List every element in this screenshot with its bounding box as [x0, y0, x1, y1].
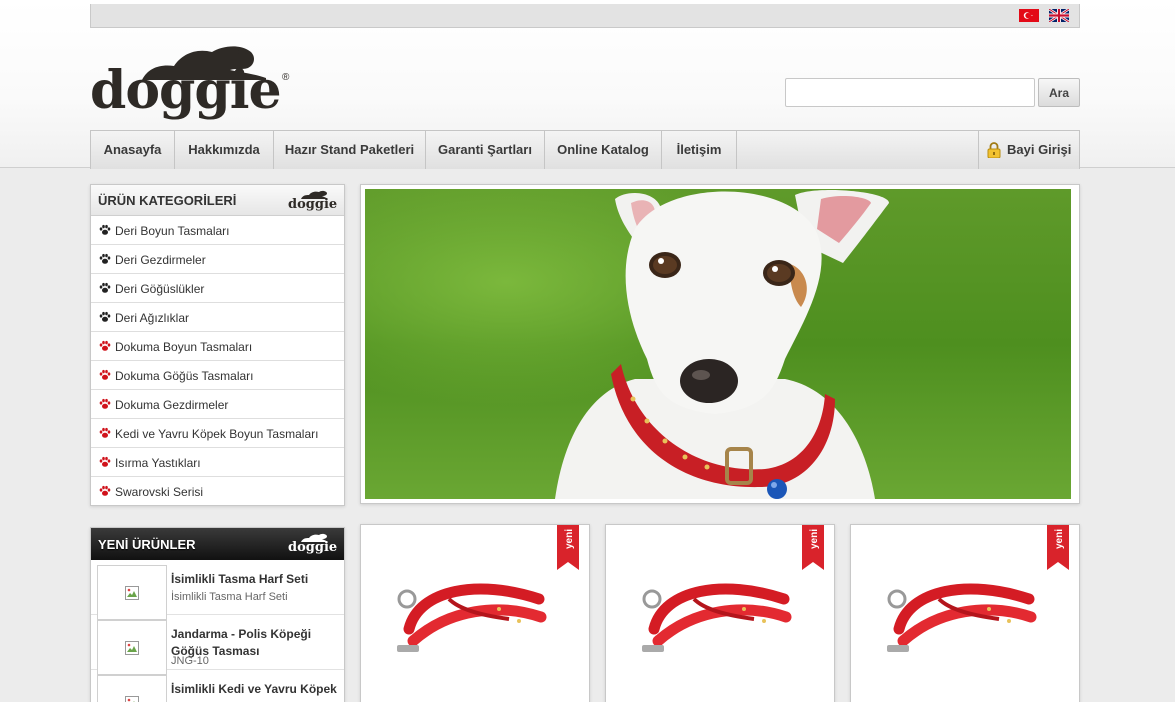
category-item[interactable]: Swarovski Serisi	[91, 477, 344, 506]
new-product-code: İsimlikli Tasma Harf Seti	[171, 591, 288, 603]
nav-item-stand-packages[interactable]: Hazır Stand Paketleri	[274, 131, 426, 169]
paw-icon	[99, 253, 111, 264]
paw-icon	[99, 224, 111, 235]
registered-mark: ®	[282, 72, 290, 83]
new-product-item[interactable]: İsimlikli Kedi ve Yavru Köpek	[91, 670, 344, 702]
category-label: Kedi ve Yavru Köpek Boyun Tasmaları	[115, 427, 319, 441]
category-label: Swarovski Serisi	[115, 485, 204, 499]
nav-item-about[interactable]: Hakkımızda	[175, 131, 274, 169]
category-item[interactable]: Dokuma Göğüs Tasmaları	[91, 361, 344, 390]
paw-icon	[99, 398, 111, 409]
nav-item-warranty[interactable]: Garanti Şartları	[426, 131, 545, 169]
paw-icon	[99, 456, 111, 467]
uk-flag-icon[interactable]	[1049, 9, 1069, 22]
new-ribbon-label: yeni	[1054, 529, 1065, 550]
category-label: Isırma Yastıkları	[115, 456, 201, 470]
broken-image-icon	[125, 586, 139, 600]
product-thumbnail[interactable]	[97, 675, 167, 702]
categories-title: ÜRÜN KATEGORİLERİ	[98, 193, 237, 208]
new-product-code: JNG-10	[171, 655, 209, 667]
product-thumbnail[interactable]	[97, 620, 167, 675]
category-item[interactable]: Isırma Yastıkları	[91, 448, 344, 477]
main-navigation: Anasayfa Hakkımızda Hazır Stand Paketler…	[90, 130, 1080, 169]
category-item[interactable]: Deri Gezdirmeler	[91, 245, 344, 274]
broken-image-icon	[125, 641, 139, 655]
new-product-name[interactable]: İsimlikli Kedi ve Yavru Köpek	[171, 681, 341, 698]
product-card[interactable]: yeni	[360, 524, 590, 702]
new-product-item[interactable]: İsimlikli Tasma Harf Seti İsimlikli Tasm…	[91, 560, 344, 620]
category-item[interactable]: Kedi ve Yavru Köpek Boyun Tasmaları	[91, 419, 344, 448]
category-label: Deri Boyun Tasmaları	[115, 224, 230, 238]
product-card[interactable]: yeni	[605, 524, 835, 702]
nav-item-catalog[interactable]: Online Katalog	[545, 131, 662, 169]
paw-icon	[99, 369, 111, 380]
lock-icon	[987, 142, 1001, 158]
category-item[interactable]: Deri Göğüslükler	[91, 274, 344, 303]
search-button[interactable]: Ara	[1038, 78, 1080, 107]
category-item[interactable]: Dokuma Boyun Tasmaları	[91, 332, 344, 361]
new-product-item[interactable]: Jandarma - Polis Köpeği Göğüs Tasması JN…	[91, 615, 344, 675]
turkey-flag-icon[interactable]	[1019, 9, 1039, 22]
new-product-name[interactable]: İsimlikli Tasma Harf Seti	[171, 571, 341, 588]
category-label: Dokuma Boyun Tasmaları	[115, 340, 253, 354]
category-label: Deri Ağızlıklar	[115, 311, 190, 325]
paw-icon	[99, 427, 111, 438]
top-bar	[90, 4, 1080, 28]
new-products-header: YENİ ÜRÜNLER doggie	[91, 528, 344, 560]
product-categories-panel: ÜRÜN KATEGORİLERİ doggie Deri Boyun Tasm…	[90, 184, 345, 506]
mini-brand-logo: doggie	[288, 533, 338, 555]
category-list: Deri Boyun Tasmaları Deri Gezdirmeler De…	[91, 216, 344, 506]
category-item[interactable]: Deri Boyun Tasmaları	[91, 216, 344, 245]
brand-logo[interactable]: doggie ®	[90, 42, 300, 124]
dealer-login-label: Bayi Girişi	[1007, 142, 1072, 157]
dealer-login-button[interactable]: Bayi Girişi	[978, 131, 1080, 169]
broken-image-icon	[125, 696, 139, 702]
red-leash-image	[887, 583, 1037, 652]
paw-icon	[99, 340, 111, 351]
new-ribbon-label: yeni	[564, 529, 575, 550]
category-label: Deri Göğüslükler	[115, 282, 205, 296]
paw-icon	[99, 311, 111, 322]
paw-icon	[99, 485, 111, 496]
product-card[interactable]: yeni	[850, 524, 1080, 702]
nav-item-home[interactable]: Anasayfa	[91, 131, 175, 169]
mini-logo-text: doggie	[288, 197, 338, 212]
nav-item-contact[interactable]: İletişim	[662, 131, 737, 169]
hero-dog-image	[365, 189, 1071, 499]
categories-header: ÜRÜN KATEGORİLERİ doggie	[91, 185, 344, 216]
paw-icon	[99, 282, 111, 293]
search-input[interactable]	[785, 78, 1035, 107]
category-label: Dokuma Göğüs Tasmaları	[115, 369, 254, 383]
logo-text: doggie	[90, 60, 282, 121]
new-products-panel: YENİ ÜRÜNLER doggie İsimlikli Tasma Harf…	[90, 527, 345, 702]
product-thumbnail[interactable]	[97, 565, 167, 620]
mini-logo-text: doggie	[288, 540, 338, 555]
red-leash-image	[642, 583, 792, 652]
category-item[interactable]: Dokuma Gezdirmeler	[91, 390, 344, 419]
red-leash-image	[397, 583, 547, 652]
new-ribbon-label: yeni	[809, 529, 820, 550]
category-label: Dokuma Gezdirmeler	[115, 398, 229, 412]
mini-brand-logo: doggie	[288, 190, 338, 212]
hero-slider[interactable]	[360, 184, 1080, 504]
category-item[interactable]: Deri Ağızlıklar	[91, 303, 344, 332]
category-label: Deri Gezdirmeler	[115, 253, 206, 267]
new-products-title: YENİ ÜRÜNLER	[98, 537, 196, 552]
